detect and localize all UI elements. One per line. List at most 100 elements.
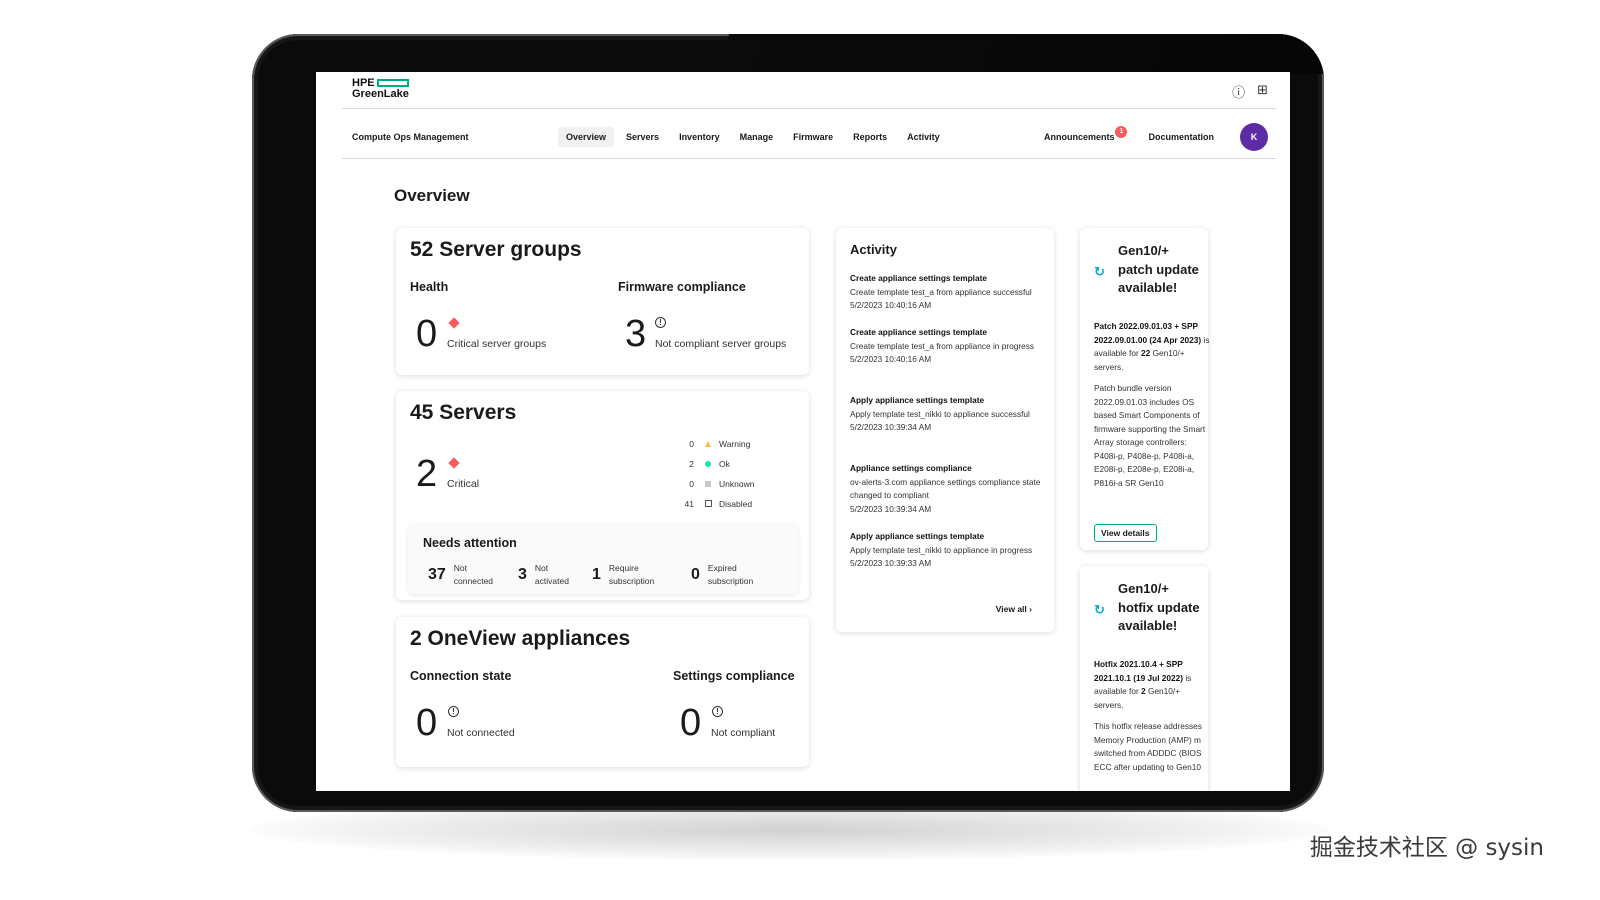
attention-not-activated[interactable]: 3 Not activated <box>518 562 591 588</box>
health-heading: Health <box>410 280 449 294</box>
firmware-heading: Firmware compliance <box>618 280 746 294</box>
attention-label: Not connected <box>453 563 494 586</box>
nav-divider <box>342 158 1276 159</box>
activity-item[interactable]: Appliance settings compliance ov-alerts-… <box>850 462 1046 516</box>
attention-value: 0 <box>691 566 700 583</box>
announcements-label: Announcements <box>1043 132 1115 142</box>
announcements-badge: 1 <box>1115 126 1128 138</box>
activity-item[interactable]: Create appliance settings template Creat… <box>850 272 1046 313</box>
servers-critical-value: 2 <box>416 453 438 495</box>
activity-item-time: 5/2/2023 10:40:16 AM <box>850 354 932 364</box>
help-icon[interactable]: ⓘ <box>1232 82 1245 101</box>
documentation-link[interactable]: Documentation <box>1148 132 1214 142</box>
chevron-right-icon: › <box>1029 604 1032 614</box>
activity-item-time: 5/2/2023 10:39:33 AM <box>850 558 932 568</box>
attention-value: 3 <box>518 566 527 583</box>
health-value: 0 <box>416 313 438 355</box>
oneview-card[interactable]: 2 OneView appliances Connection state 0 … <box>396 617 809 767</box>
attention-value: 1 <box>592 566 601 583</box>
attention-label: Not activated <box>534 563 569 586</box>
tab-firmware[interactable]: Firmware <box>785 127 841 147</box>
activity-item-desc: ov-alerts-3.com appliance settings compl… <box>850 476 1041 501</box>
activity-item-time: 5/2/2023 10:39:34 AM <box>850 503 932 514</box>
settings-value: 0 <box>680 702 702 744</box>
grid-icon[interactable]: ⊞ <box>1257 82 1268 101</box>
refresh-icon: ↻ <box>1094 602 1105 617</box>
server-groups-card[interactable]: 52 Server groups Health 0 Critical serve… <box>396 228 809 375</box>
nav-right: Announcements 1 Documentation K <box>1044 123 1268 151</box>
unknown-icon <box>702 479 714 489</box>
activity-item-title: Apply appliance settings template <box>850 395 985 405</box>
activity-item-title: Apply appliance settings template <box>850 531 985 541</box>
announcements-link[interactable]: Announcements 1 <box>1043 126 1128 142</box>
legend-label: Disabled <box>719 499 753 509</box>
tab-servers[interactable]: Servers <box>618 127 667 147</box>
activity-item-time: 5/2/2023 10:39:34 AM <box>850 422 932 432</box>
oneview-title: 2 OneView appliances <box>410 627 631 650</box>
tablet-sheen <box>714 34 1324 74</box>
critical-icon <box>448 317 460 329</box>
activity-item-desc: Apply template test_nikki to appliance s… <box>850 408 1030 419</box>
activity-item[interactable]: Apply appliance settings template Apply … <box>850 394 1046 435</box>
legend-label: Warning <box>719 439 751 449</box>
connection-label: Not connected <box>447 727 515 739</box>
tab-manage[interactable]: Manage <box>732 127 782 147</box>
ok-icon <box>702 459 714 469</box>
patch-update-card: ↻ Gen10/+ patch update available! Patch … <box>1080 228 1210 550</box>
firmware-value: 3 <box>625 313 647 355</box>
legend-count: 0 <box>689 479 694 489</box>
health-label: Critical server groups <box>447 338 547 350</box>
settings-label: Not compliant <box>711 727 776 739</box>
tab-overview[interactable]: Overview <box>558 127 615 147</box>
notice-summary: Patch 2022.09.01.03 + SPP 2022.09.01.00 … <box>1094 321 1210 372</box>
info-icon: ! <box>712 706 723 717</box>
legend-ok[interactable]: 2 Ok <box>682 459 730 469</box>
tab-activity[interactable]: Activity <box>899 127 948 147</box>
legend-count: 41 <box>684 499 694 509</box>
app-name[interactable]: Compute Ops Management <box>352 132 558 142</box>
critical-icon <box>448 457 460 469</box>
notice-title: Gen10/+ hotfix update available! <box>1118 581 1200 633</box>
view-all-link[interactable]: View all › <box>996 604 1032 614</box>
activity-item-desc: Create template test_a from appliance su… <box>850 286 1032 297</box>
notice-summary: Hotfix 2021.10.4 + SPP 2021.10.1 (19 Jul… <box>1094 659 1192 710</box>
server-groups-title: 52 Server groups <box>410 238 582 261</box>
notice-title: Gen10/+ patch update available! <box>1118 243 1199 295</box>
navbar: Compute Ops Management Overview Servers … <box>352 120 1268 154</box>
connection-value: 0 <box>416 702 438 744</box>
hpe-greenlake-logo[interactable]: HPE GreenLake <box>352 78 409 100</box>
hotfix-update-card: ↻ Gen10/+ hotfix update available! Hotfi… <box>1080 566 1208 791</box>
info-icon: ! <box>448 706 459 717</box>
tab-inventory[interactable]: Inventory <box>671 127 728 147</box>
notice-body: Patch bundle version 2022.09.01.03 inclu… <box>1094 383 1206 488</box>
servers-critical-label: Critical <box>447 478 480 490</box>
needs-attention-panel: Needs attention 37 Not connected 3 Not act… <box>408 524 798 594</box>
disabled-icon <box>702 499 714 509</box>
app-screen: HPE GreenLake ⓘ ⊞ Compute Ops Management… <box>316 72 1290 791</box>
needs-attention-heading: Needs attention <box>423 536 517 550</box>
activity-title: Activity <box>850 242 897 257</box>
activity-item-desc: Create template test_a from appliance in… <box>850 340 1035 351</box>
attention-require-subscription[interactable]: 1 Require subscription <box>592 562 673 588</box>
attention-expired-subscription[interactable]: 0 Expired subscription <box>691 562 772 588</box>
attention-not-connected[interactable]: 37 Not connected <box>428 562 510 588</box>
page-title: Overview <box>394 186 470 205</box>
attention-label: Require subscription <box>608 563 655 586</box>
firmware-label: Not compliant server groups <box>655 338 787 350</box>
avatar[interactable]: K <box>1240 123 1268 151</box>
notice-body: This hotfix release addresses Memory Pro… <box>1094 721 1202 772</box>
activity-item[interactable]: Create appliance settings template Creat… <box>850 326 1046 367</box>
legend-warning[interactable]: 0 Warning <box>682 439 750 449</box>
legend-disabled[interactable]: 41 Disabled <box>682 499 753 509</box>
tab-reports[interactable]: Reports <box>845 127 895 147</box>
watermark: 掘金技术社区 @ sysin <box>1309 835 1544 861</box>
warning-icon <box>702 439 714 449</box>
legend-unknown[interactable]: 0 Unknown <box>682 479 754 489</box>
view-details-button[interactable]: View details <box>1094 524 1157 542</box>
activity-item[interactable]: Apply appliance settings template Apply … <box>850 530 1046 571</box>
refresh-icon: ↻ <box>1094 264 1105 279</box>
activity-item-title: Appliance settings compliance <box>850 463 972 473</box>
servers-card[interactable]: 45 Servers 2 Critical 0 Warning 2 Ok 0 U… <box>396 391 809 600</box>
top-icons: ⓘ ⊞ <box>1232 82 1268 101</box>
legend-count: 2 <box>689 459 694 469</box>
